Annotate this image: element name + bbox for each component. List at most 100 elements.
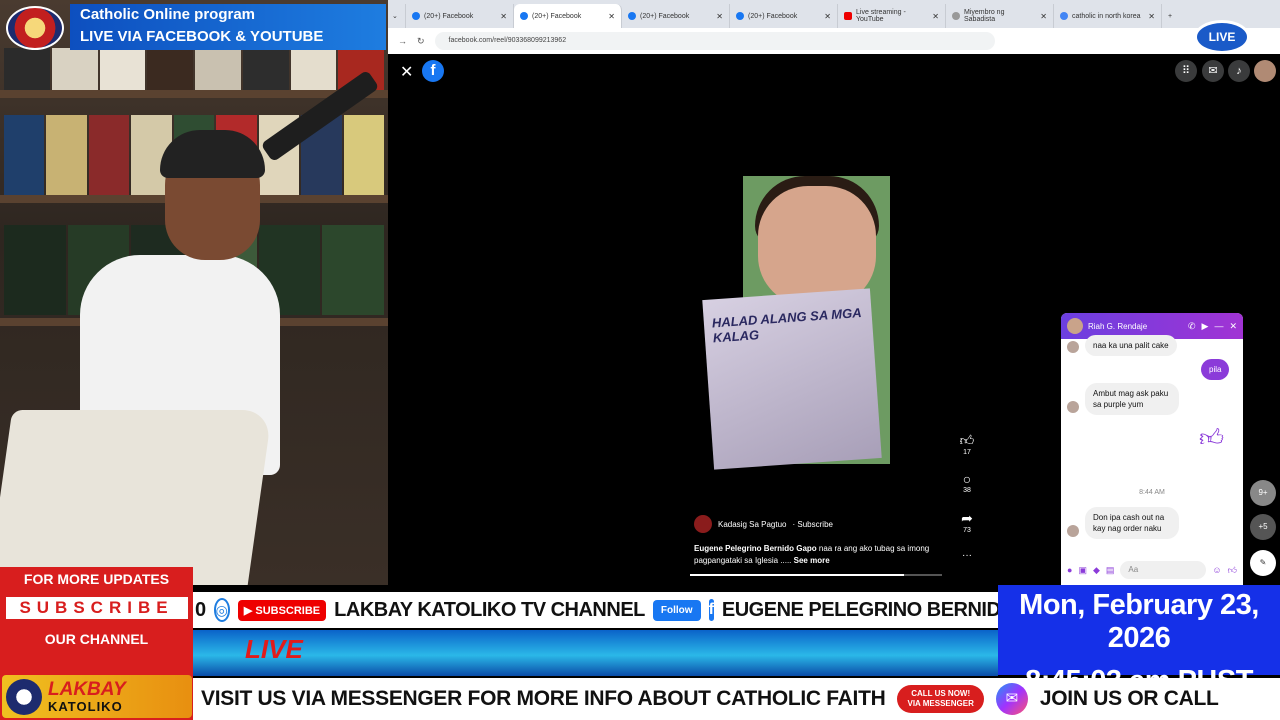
close-tab-icon[interactable]: ✕	[500, 12, 507, 21]
program-title: Catholic Online program	[80, 6, 256, 23]
like-send-icon[interactable]: 👍︎	[1228, 565, 1237, 576]
browser-tab[interactable]: (20+) Facebook ✕	[730, 4, 838, 28]
share-icon: ➦	[961, 510, 973, 526]
messenger-icon: ✉	[995, 683, 1028, 715]
url-input[interactable]: facebook.com/reel/903368099213962	[434, 32, 995, 50]
facebook-icon: f	[708, 599, 714, 621]
bookshelf-row	[0, 48, 388, 90]
close-tab-icon[interactable]: ✕	[608, 12, 615, 21]
message-bubble: naa ka una palit cake	[1085, 335, 1177, 356]
new-tab-button[interactable]: +	[1162, 4, 1182, 28]
our-channel-label: OUR CHANNEL	[44, 631, 149, 647]
see-more-link[interactable]: See more	[794, 556, 830, 565]
facebook-icon	[412, 12, 420, 20]
live-badge: LIVE	[1194, 20, 1250, 54]
webcam-feed	[0, 0, 388, 585]
sticker-icon[interactable]: ◆	[1093, 565, 1100, 576]
close-icon[interactable]: ✕	[400, 62, 413, 82]
host-name-ticker: EUGENE PELEGRINO BERNIDO	[721, 598, 998, 621]
ticker-top: 0 ◎ ▶ SUBSCRIBE LAKBAY KATOLIKO TV CHANN…	[193, 592, 998, 628]
google-icon	[1060, 12, 1068, 20]
browser-tab[interactable]: Miyembro ng Sabadista ✕	[946, 4, 1054, 28]
youtube-subscribe-badge: ▶ SUBSCRIBE	[237, 599, 327, 621]
close-tab-icon[interactable]: ✕	[716, 12, 723, 21]
message-timestamp: 8:44 AM	[1139, 489, 1165, 496]
facebook-icon	[520, 12, 528, 20]
more-chats-button[interactable]: +5	[1250, 514, 1276, 540]
close-tab-icon[interactable]: ✕	[1148, 12, 1155, 21]
facebook-icon	[736, 12, 744, 20]
tab-bar: ⌄ (20+) Facebook ✕ (20+) Facebook ✕ (20+) …	[388, 0, 1280, 28]
more-options-button[interactable]: ···	[955, 550, 979, 561]
browser-window: ⌄ (20+) Facebook ✕ (20+) Facebook ✕ (20+) …	[388, 0, 1280, 585]
message-bubble: Ambut mag ask paku sa purple yum	[1085, 383, 1179, 415]
close-tab-icon[interactable]: ✕	[1040, 12, 1047, 21]
chat-head[interactable]: 9+	[1250, 480, 1276, 506]
lakbay-katoliko-logo: LAKBAY KATOLIKO	[2, 675, 192, 718]
globe-icon	[952, 12, 960, 20]
close-icon[interactable]: ✕	[1229, 321, 1237, 332]
channel-name[interactable]: Kadasig Sa Pagtuo	[718, 520, 787, 529]
browser-tab[interactable]: (20+) Facebook ✕	[406, 4, 514, 28]
comment-icon: ○	[962, 471, 972, 487]
contact-avatar	[1067, 318, 1083, 334]
share-button[interactable]: ➦ 73	[955, 510, 979, 534]
phone-icon[interactable]: ✆	[1188, 321, 1196, 332]
channel-avatar[interactable]	[694, 515, 712, 533]
message-bubble: pila	[1201, 359, 1230, 380]
reel-progress-bar[interactable]	[690, 574, 942, 576]
browser-tab[interactable]: (20+) Facebook ✕	[622, 4, 730, 28]
comment-button[interactable]: ○ 38	[955, 471, 979, 494]
tab-list-button[interactable]: ⌄	[388, 4, 406, 28]
messenger-chat-window: Riah G. Rendaje ✆ ▶ — ✕ naa ka una palit…	[1061, 313, 1243, 585]
thumbs-up-icon: 👍︎	[1199, 425, 1225, 452]
gif-icon[interactable]: ▤	[1106, 565, 1115, 576]
contact-name[interactable]: Riah G. Rendaje	[1088, 322, 1147, 331]
facebook-icon	[628, 12, 636, 20]
progress-fill	[690, 574, 905, 576]
profile-avatar[interactable]	[1254, 60, 1276, 82]
browser-tab[interactable]: Live streaming - YouTube ✕	[838, 4, 946, 28]
live-label: LIVE	[245, 634, 303, 664]
program-banner: Catholic Online program LIVE VIA FACEBOO…	[70, 4, 386, 50]
facebook-logo-icon[interactable]: f	[422, 60, 444, 82]
video-call-icon[interactable]: ▶	[1202, 321, 1209, 332]
reload-icon[interactable]: ↻	[417, 36, 425, 47]
address-bar: → ↻ facebook.com/reel/903368099213962	[388, 28, 1280, 54]
reel-description: Eugene Pelegrino Bernido Gapo naa ra ang…	[694, 543, 944, 567]
emoji-icon[interactable]: ☺	[1212, 565, 1221, 575]
notifications-icon[interactable]: ♪	[1228, 60, 1250, 82]
subscribe-label: SUBSCRIBE	[5, 597, 188, 619]
subscribe-link[interactable]: · Subscribe	[793, 520, 833, 529]
globe-icon: ◎	[213, 598, 230, 622]
ministry-seal-logo	[6, 6, 64, 50]
new-message-icon[interactable]: ✎	[1250, 550, 1276, 576]
messenger-icon[interactable]: ✉	[1202, 60, 1224, 82]
close-tab-icon[interactable]: ✕	[932, 12, 939, 21]
forward-icon[interactable]: →	[398, 36, 407, 46]
message-input[interactable]: Aa	[1120, 561, 1207, 579]
desc-author[interactable]: Eugene Pelegrino Bernido Gapo	[694, 544, 817, 553]
seal-icon	[6, 678, 42, 715]
ticker-bottom: VISIT US VIA MESSENGER FOR MORE INFO ABO…	[193, 678, 1280, 720]
open-bible	[0, 410, 273, 585]
reel-info: Kadasig Sa Pagtuo · Subscribe Eugene Pel…	[694, 515, 944, 567]
minimize-icon[interactable]: —	[1214, 321, 1223, 332]
image-icon[interactable]: ▣	[1078, 565, 1087, 576]
like-button[interactable]: 👍︎ 17	[955, 432, 979, 456]
datetime-box: Mon, February 23, 2026 8:45:03 am PHST	[998, 585, 1280, 697]
reel-card-image: HALAD ALANG SA MGA KALAG	[702, 288, 882, 470]
message-composer: ● ▣ ◆ ▤ Aa ☺ 👍︎	[1061, 555, 1243, 585]
close-tab-icon[interactable]: ✕	[824, 12, 831, 21]
mic-icon[interactable]: ●	[1067, 565, 1072, 575]
youtube-icon	[844, 12, 852, 20]
message-bubble: Don ipa cash out na kay nag order naku	[1085, 507, 1179, 539]
program-subtitle: LIVE VIA FACEBOOK & YOUTUBE	[80, 28, 324, 45]
facebook-follow-badge: Follow	[652, 599, 701, 621]
browser-tab-active[interactable]: (20+) Facebook ✕	[514, 4, 622, 28]
menu-grid-icon[interactable]: ⠿	[1175, 60, 1197, 82]
browser-tab[interactable]: catholic in north korea ✕	[1054, 4, 1162, 28]
live-stripe	[193, 630, 998, 676]
call-us-badge: CALL US NOW! VIA MESSENGER	[897, 685, 984, 713]
updates-label: FOR MORE UPDATES	[23, 571, 170, 587]
